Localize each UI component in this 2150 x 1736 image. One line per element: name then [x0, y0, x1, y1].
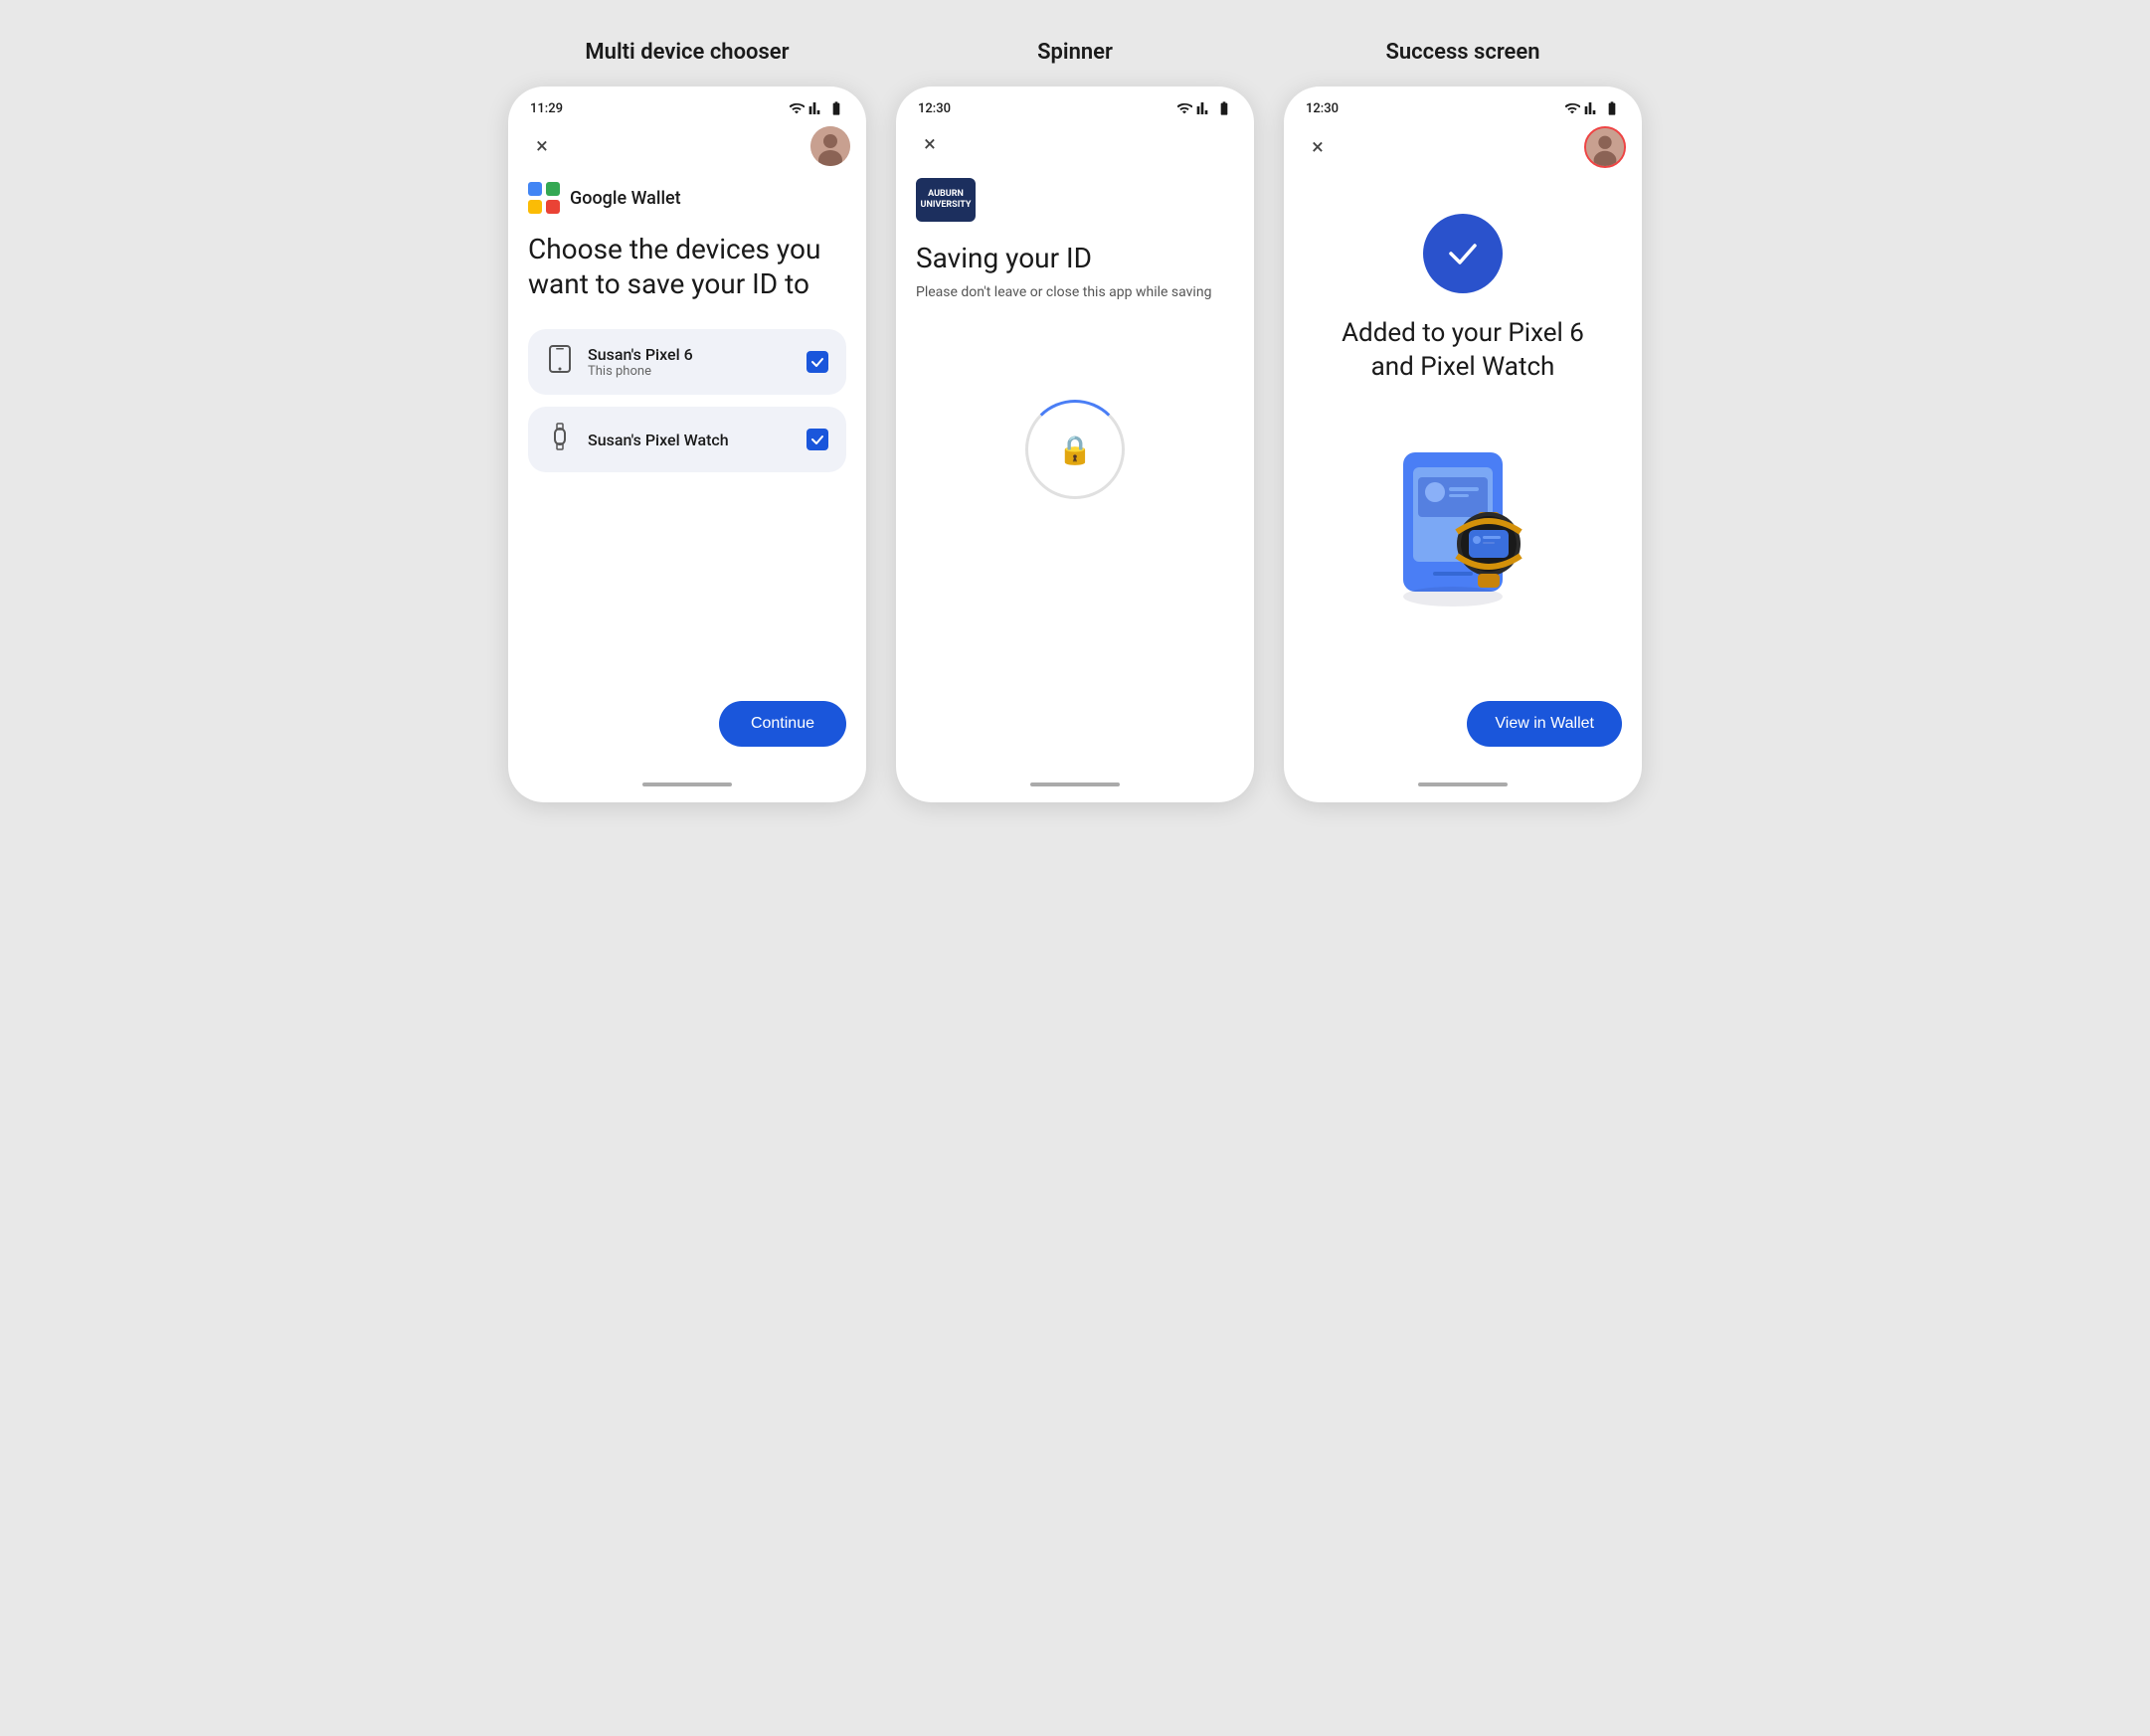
school-logo: AUBURNUNIVERSITY [916, 178, 976, 222]
close-button-3[interactable]: × [1300, 129, 1336, 165]
illustration-area [1304, 423, 1622, 621]
device-card-pixel6[interactable]: Susan's Pixel 6 This phone [528, 329, 846, 395]
nav-bar-3 [1284, 771, 1642, 802]
top-bar-1: × [508, 122, 866, 174]
multi-device-chooser-wrapper: Multi device chooser 11:29 × [508, 40, 866, 802]
avatar-image-1 [810, 126, 850, 166]
top-bar-2: × [896, 122, 1254, 170]
top-bar-3: × [1284, 122, 1642, 176]
nav-pill-1 [642, 782, 732, 786]
phone-frame-3: 12:30 × [1284, 87, 1642, 802]
battery-icon-3 [1604, 100, 1620, 116]
checkmark-icon [810, 355, 824, 369]
signal-icon-2 [1196, 100, 1212, 116]
school-logo-text: AUBURNUNIVERSITY [921, 189, 972, 211]
nav-bar-2 [896, 771, 1254, 802]
success-wrapper: Success screen 12:30 × [1284, 40, 1642, 802]
screen1-content: Google Wallet Choose the devices you wan… [508, 174, 866, 771]
close-button-2[interactable]: × [912, 126, 948, 162]
status-bar-3: 12:30 [1284, 87, 1642, 122]
nav-pill-3 [1418, 782, 1508, 786]
device-illustration [1353, 423, 1572, 621]
saving-sub: Please don't leave or close this app whi… [916, 284, 1234, 300]
screen2-title: Spinner [1037, 40, 1113, 65]
success-icon-area [1304, 214, 1622, 293]
nav-bar-1 [508, 771, 866, 802]
status-time-1: 11:29 [530, 101, 563, 116]
wallet-name-label: Google Wallet [570, 188, 681, 209]
spinner-area: 🔒 [916, 400, 1234, 499]
device-info-pixel6: Susan's Pixel 6 This phone [588, 345, 793, 379]
avatar-ring-3 [1584, 126, 1626, 168]
screen3-title: Success screen [1385, 40, 1539, 65]
nav-pill-2 [1030, 782, 1120, 786]
screen3-content: Added to your Pixel 6 and Pixel Watch [1284, 176, 1642, 771]
watch-icon [546, 423, 574, 456]
battery-icon [828, 100, 844, 116]
screen2-content: AUBURNUNIVERSITY Saving your ID Please d… [896, 170, 1254, 771]
device-name-pixel6: Susan's Pixel 6 [588, 345, 793, 364]
device-sub-pixel6: This phone [588, 364, 793, 379]
phone-icon [546, 345, 574, 379]
device-card-pixelwatch[interactable]: Susan's Pixel Watch [528, 407, 846, 472]
bottom-area-1: Continue [528, 681, 846, 747]
status-time-2: 12:30 [918, 101, 951, 116]
wifi-icon-2 [1176, 100, 1192, 116]
wallet-logo-icon [528, 182, 560, 214]
phone-frame-1: 11:29 × [508, 87, 866, 802]
spinner-circle: 🔒 [1025, 400, 1125, 499]
wifi-icon [789, 100, 805, 116]
success-title: Added to your Pixel 6 and Pixel Watch [1304, 317, 1622, 385]
lock-icon: 🔒 [1058, 434, 1093, 466]
screen1-title: Multi device chooser [585, 40, 789, 65]
status-bar-1: 11:29 [508, 87, 866, 122]
phone-frame-2: 12:30 × AUBURNUNIVERSITY [896, 87, 1254, 802]
saving-title: Saving your ID [916, 242, 1234, 274]
signal-icon-3 [1584, 100, 1600, 116]
view-in-wallet-button[interactable]: View in Wallet [1467, 701, 1622, 747]
status-icons-1 [789, 100, 844, 116]
choose-title: Choose the devices you want to save your… [528, 232, 846, 301]
avatar-image-3 [1586, 128, 1624, 166]
checkmark-icon-2 [810, 433, 824, 446]
status-bar-2: 12:30 [896, 87, 1254, 122]
checkbox-pixel6[interactable] [806, 351, 828, 373]
close-button-1[interactable]: × [524, 128, 560, 164]
success-circle [1423, 214, 1503, 293]
checkmark-success-icon [1443, 234, 1483, 273]
battery-icon-2 [1216, 100, 1232, 116]
avatar-1 [810, 126, 850, 166]
status-time-3: 12:30 [1306, 101, 1339, 116]
wallet-header: Google Wallet [528, 182, 846, 214]
bottom-area-3: View in Wallet [1304, 681, 1622, 747]
device-name-pixelwatch: Susan's Pixel Watch [588, 431, 793, 449]
signal-icon [808, 100, 824, 116]
continue-button[interactable]: Continue [719, 701, 846, 747]
checkbox-pixelwatch[interactable] [806, 429, 828, 450]
wifi-icon-3 [1564, 100, 1580, 116]
device-info-pixelwatch: Susan's Pixel Watch [588, 431, 793, 449]
spinner-wrapper: Spinner 12:30 × AUB [896, 40, 1254, 802]
status-icons-2 [1176, 100, 1232, 116]
status-icons-3 [1564, 100, 1620, 116]
